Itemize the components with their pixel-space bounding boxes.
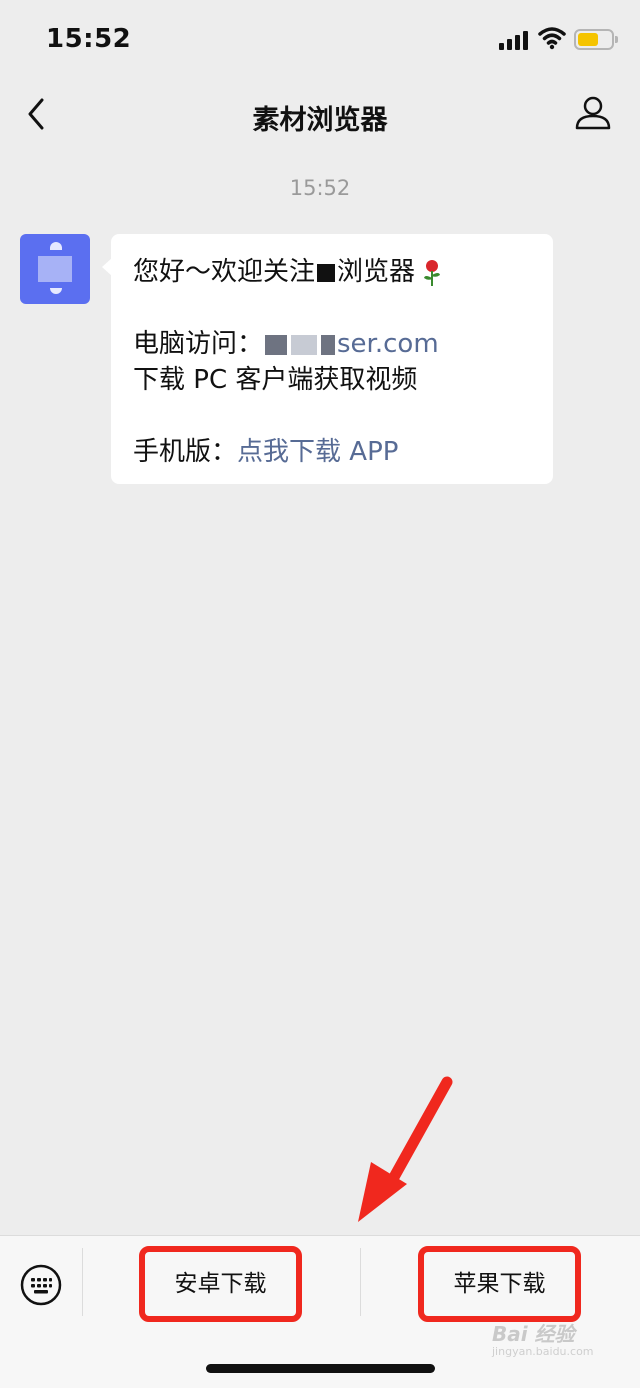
message-line-pc-visit: 电脑访问： ser.com <box>133 329 439 359</box>
chat-title: 素材浏览器 <box>252 105 388 136</box>
baidu-watermark: Bai 经验 jingyan.baidu.com <box>492 1322 594 1358</box>
download-app-link[interactable]: 点我下载 APP <box>237 437 398 467</box>
android-download-button[interactable]: 安卓下载 <box>139 1246 302 1322</box>
battery-icon <box>574 29 618 50</box>
sender-avatar[interactable] <box>20 234 90 304</box>
profile-icon[interactable] <box>574 94 612 132</box>
home-indicator[interactable] <box>206 1364 435 1373</box>
redacted-text <box>265 334 288 355</box>
website-link[interactable]: ser.com <box>337 329 439 359</box>
status-time: 15:52 <box>46 24 132 54</box>
red-arrow-annotation <box>358 1076 453 1222</box>
status-bar: 15:52 <box>0 0 640 80</box>
redacted-text <box>291 334 318 355</box>
ios-download-button[interactable]: 苹果下载 <box>418 1246 581 1322</box>
wifi-icon <box>538 27 566 50</box>
redacted-text <box>317 263 336 282</box>
message-line-mobile: 手机版：点我下载 APP <box>133 437 399 467</box>
message-timestamp: 15:52 <box>289 176 351 200</box>
message-line-greeting: 您好～欢迎关注 浏览器 <box>133 254 531 290</box>
cellular-signal-icon <box>499 30 529 50</box>
redacted-text <box>321 334 336 355</box>
nav-bar: 素材浏览器 <box>0 80 640 150</box>
message-line-pc-client: 下载 PC 客户端获取视频 <box>133 365 418 395</box>
message-bubble: 您好～欢迎关注 浏览器 电脑访问： ser.com 下载 PC 客户端获取视频 手机… <box>102 234 553 484</box>
rose-emoji-icon <box>424 259 441 286</box>
keyboard-toggle-icon[interactable] <box>20 1264 62 1306</box>
